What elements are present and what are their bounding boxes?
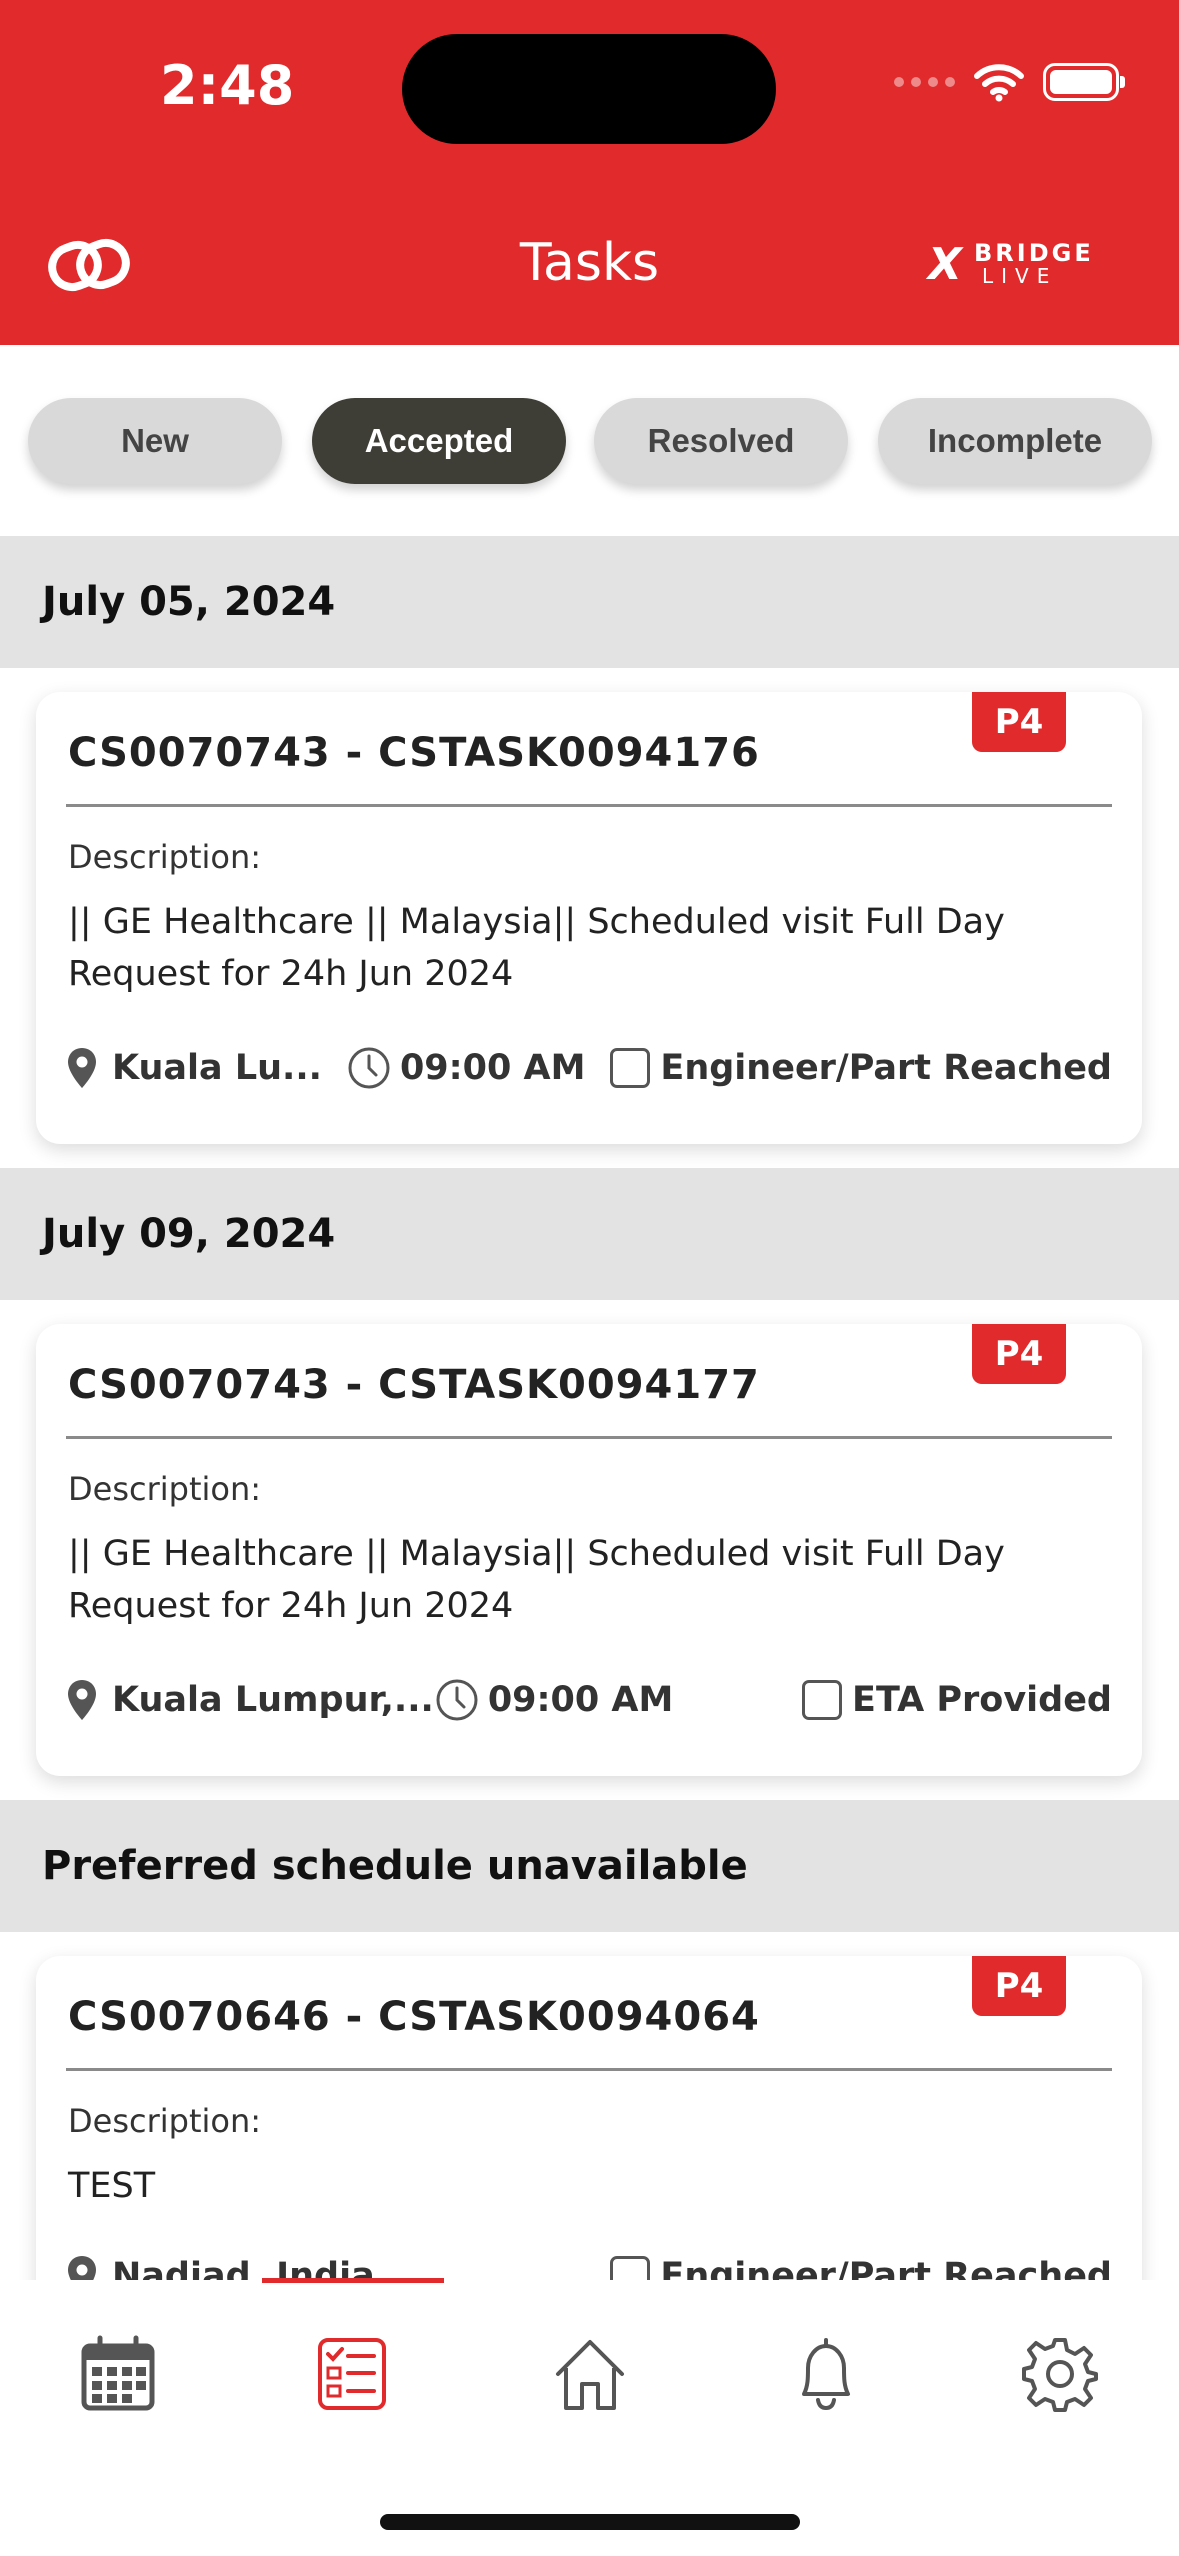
task-card[interactable]: P4 CS0070743 - CSTASK0094177 Description…: [36, 1324, 1142, 1776]
location-pin-icon: [68, 1680, 96, 1720]
tab-incomplete[interactable]: Incomplete: [878, 398, 1152, 484]
description-label: Description:: [68, 838, 262, 876]
clock-icon: [348, 1047, 390, 1089]
priority-badge: P4: [972, 692, 1066, 752]
task-title: CS0070646 - CSTASK0094064: [68, 1994, 760, 2040]
task-title: CS0070743 - CSTASK0094177: [68, 1362, 760, 1408]
status-time: 2:48: [160, 54, 295, 117]
status-checkbox[interactable]: [802, 1680, 843, 1720]
clock-icon: [436, 1679, 478, 1721]
home-indicator: [380, 2514, 800, 2530]
status-label: ETA Provided: [852, 1680, 1112, 1720]
status-label: Engineer/Part Reached: [660, 1048, 1112, 1088]
tab-accepted[interactable]: Accepted: [312, 398, 566, 484]
description-label: Description:: [68, 1470, 262, 1508]
battery-icon: [1043, 63, 1125, 101]
tab-new[interactable]: New: [28, 398, 282, 484]
location-text: Kuala Lumpur,...: [112, 1680, 434, 1720]
task-title: CS0070743 - CSTASK0094176: [68, 730, 760, 776]
status-icons: [894, 62, 1125, 102]
signal-icon: [894, 77, 955, 87]
divider: [66, 2068, 1112, 2071]
description-label: Description:: [68, 2102, 262, 2140]
xbridge-live-logo: X BRIDGE LIVE: [928, 239, 1094, 290]
section-date-header: July 09, 2024: [0, 1168, 1179, 1300]
divider: [66, 1436, 1112, 1439]
priority-badge: P4: [972, 1324, 1066, 1384]
divider: [66, 804, 1112, 807]
status-tabs: New Accepted Resolved Incomplete: [28, 398, 1152, 484]
description-text: || GE Healthcare || Malaysia|| Scheduled…: [68, 1534, 1005, 1626]
description-text: TEST: [68, 2166, 156, 2206]
wifi-icon: [974, 64, 1024, 102]
section-date-header: Preferred schedule unavailable: [0, 1800, 1179, 1932]
location-text: Kuala Lu...: [112, 1048, 322, 1088]
priority-badge: P4: [972, 1956, 1066, 2016]
app-header: 2:48 Tasks X BRIDGE LIVE: [0, 0, 1179, 345]
bell-icon[interactable]: [786, 2334, 866, 2414]
calendar-icon[interactable]: [78, 2334, 158, 2414]
task-card[interactable]: P4 CS0070743 - CSTASK0094176 Description…: [36, 692, 1142, 1144]
active-tab-indicator: [262, 2278, 444, 2283]
description-text: || GE Healthcare || Malaysia|| Scheduled…: [68, 902, 1005, 994]
status-checkbox[interactable]: [610, 1048, 651, 1088]
time-text: 09:00 AM: [487, 1680, 674, 1720]
tab-resolved[interactable]: Resolved: [594, 398, 848, 484]
dynamic-island: [402, 34, 776, 144]
section-date-header: July 05, 2024: [0, 536, 1179, 668]
gear-icon[interactable]: [1020, 2334, 1100, 2414]
task-meta: Kuala Lumpur,... 09:00 AM ETA Provided: [66, 1672, 1112, 1728]
location-pin-icon: [68, 1048, 96, 1088]
time-text: 09:00 AM: [399, 1048, 586, 1088]
task-meta: Kuala Lu... 09:00 AM Engineer/Part Reach…: [66, 1040, 1112, 1096]
home-icon[interactable]: [550, 2334, 630, 2414]
task-card[interactable]: P4 CS0070646 - CSTASK0094064 Description…: [36, 1956, 1142, 2336]
tasks-icon[interactable]: [312, 2334, 392, 2414]
